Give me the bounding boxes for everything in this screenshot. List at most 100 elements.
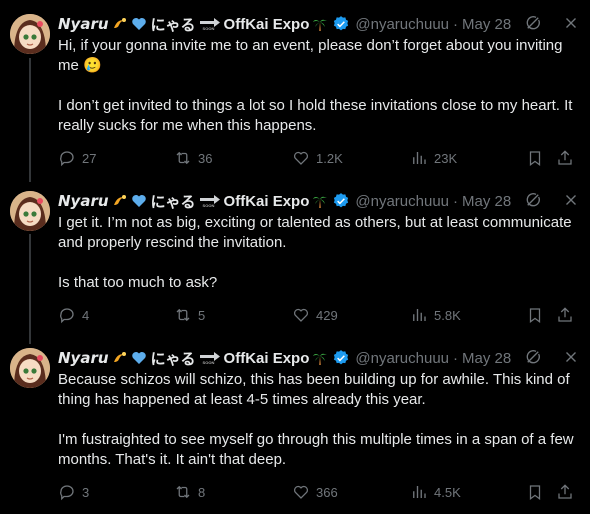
blue-heart-icon: [131, 193, 147, 209]
palm-tree-icon: [312, 193, 328, 209]
tweet-actions: 4 5 429 5.8K: [58, 305, 580, 325]
tweet-date[interactable]: May 28: [462, 193, 511, 210]
palm-tree-icon: [312, 350, 328, 366]
grok-icon[interactable]: [524, 191, 542, 209]
palm-tree-icon: [312, 16, 328, 32]
dizzy-emoji-icon: [112, 193, 128, 209]
bookmark-icon: [529, 485, 541, 501]
soon-arrow-icon: SOON: [199, 16, 221, 32]
reply-count: 27: [82, 150, 97, 166]
like-count: 366: [316, 484, 338, 500]
avatar[interactable]: [10, 191, 50, 231]
reply-count: 4: [82, 307, 90, 323]
share-icon: [558, 484, 572, 499]
author-name[interactable]: Nyaru にゃる SOON OffKai Expo: [58, 14, 328, 35]
reply-count: 3: [82, 484, 90, 500]
views-button[interactable]: 4.5K: [410, 482, 461, 502]
tweet[interactable]: Nyaru にゃる SOON OffKai Expo @nyaruchuuu ·…: [0, 14, 590, 180]
tweet-paragraph: Hi, if your gonna invite me to an event,…: [58, 37, 563, 74]
blue-heart-icon: [131, 16, 147, 32]
retweet-count: 8: [198, 484, 206, 500]
author-handle[interactable]: @nyaruchuuu: [355, 16, 449, 33]
tweet-text: I get it. I’m not as big, exciting or ta…: [58, 213, 580, 293]
like-button[interactable]: 366: [292, 482, 338, 502]
views-icon: [413, 309, 426, 321]
tweet-header: Nyaru にゃる SOON OffKai Expo @nyaruchuuu ·…: [58, 348, 580, 368]
like-count: 429: [316, 307, 338, 323]
retweet-icon: [176, 151, 190, 165]
bookmark-button[interactable]: [526, 482, 544, 502]
tweet-header: Nyaru にゃる SOON OffKai Expo @nyaruchuuu ·…: [58, 191, 580, 211]
author-name[interactable]: Nyaru にゃる SOON OffKai Expo: [58, 348, 328, 369]
tweet-date[interactable]: May 28: [462, 16, 511, 33]
reply-icon: [60, 308, 74, 324]
like-icon: [293, 485, 309, 499]
avatar[interactable]: [10, 14, 50, 54]
tweet-header: Nyaru にゃる SOON OffKai Expo @nyaruchuuu ·…: [58, 14, 580, 34]
like-icon: [293, 151, 309, 165]
tweet-actions: 27 36 1.2K 23K: [58, 148, 580, 168]
tweet[interactable]: Nyaru にゃる SOON OffKai Expo @nyaruchuuu ·…: [0, 348, 590, 514]
tweet-paragraph: I'm fustraighted to see myself go throug…: [58, 431, 574, 468]
reply-button[interactable]: 4: [58, 305, 89, 325]
verified-badge-icon: [332, 15, 350, 33]
tweet-thread: Nyaru にゃる SOON OffKai Expo @nyaruchuuu ·…: [0, 0, 590, 514]
retweet-button[interactable]: 5: [174, 305, 205, 325]
author-handle[interactable]: @nyaruchuuu: [355, 193, 449, 210]
reply-button[interactable]: 27: [58, 148, 96, 168]
bookmark-icon: [529, 151, 541, 167]
author-handle[interactable]: @nyaruchuuu: [355, 350, 449, 367]
views-icon: [413, 152, 426, 164]
tweet-paragraph: Is that too much to ask?: [58, 274, 218, 291]
tweet-paragraph: I get it. I’m not as big, exciting or ta…: [58, 214, 572, 251]
reply-icon: [60, 485, 74, 501]
share-button[interactable]: [556, 482, 574, 502]
share-button[interactable]: [556, 305, 574, 325]
soon-arrow-icon: SOON: [199, 193, 221, 209]
grok-icon[interactable]: [524, 348, 542, 366]
views-button[interactable]: 5.8K: [410, 305, 461, 325]
blue-heart-icon: [131, 350, 147, 366]
like-icon: [293, 308, 309, 322]
tweet-date[interactable]: May 28: [462, 350, 511, 367]
retweet-button[interactable]: 36: [174, 148, 212, 168]
retweet-icon: [176, 308, 190, 322]
tweet-paragraph: I don’t get invited to things a lot so I…: [58, 97, 573, 134]
grok-icon[interactable]: [524, 14, 542, 32]
verified-badge-icon: [332, 192, 350, 210]
share-icon: [558, 307, 572, 322]
like-button[interactable]: 429: [292, 305, 338, 325]
views-count: 4.5K: [434, 484, 461, 500]
dizzy-emoji-icon: [112, 16, 128, 32]
views-count: 5.8K: [434, 307, 461, 323]
tweet[interactable]: Nyaru にゃる SOON OffKai Expo @nyaruchuuu ·…: [0, 191, 590, 341]
dizzy-emoji-icon: [112, 350, 128, 366]
like-count: 1.2K: [316, 150, 343, 166]
more-icon[interactable]: [562, 14, 580, 32]
more-icon[interactable]: [562, 191, 580, 209]
retweet-count: 36: [198, 150, 213, 166]
bookmark-button[interactable]: [526, 148, 544, 168]
verified-badge-icon: [332, 349, 350, 367]
views-button[interactable]: 23K: [410, 148, 457, 168]
soon-arrow-icon: SOON: [199, 350, 221, 366]
tweet-text: Because schizos will schizo, this has be…: [58, 370, 580, 470]
retweet-icon: [176, 485, 190, 499]
tweet-actions: 3 8 366 4.5K: [58, 482, 580, 502]
tweet-text: Hi, if your gonna invite me to an event,…: [58, 36, 580, 136]
share-icon: [558, 150, 572, 165]
author-name[interactable]: Nyaru にゃる SOON OffKai Expo: [58, 191, 328, 212]
views-count: 23K: [434, 150, 458, 166]
avatar[interactable]: [10, 348, 50, 388]
views-icon: [413, 486, 426, 498]
like-button[interactable]: 1.2K: [292, 148, 343, 168]
tweet-paragraph: Because schizos will schizo, this has be…: [58, 371, 570, 408]
retweet-count: 5: [198, 307, 206, 323]
retweet-button[interactable]: 8: [174, 482, 205, 502]
bookmark-button[interactable]: [526, 305, 544, 325]
more-icon[interactable]: [562, 348, 580, 366]
bookmark-icon: [529, 308, 541, 324]
share-button[interactable]: [556, 148, 574, 168]
reply-button[interactable]: 3: [58, 482, 89, 502]
reply-icon: [60, 151, 74, 167]
